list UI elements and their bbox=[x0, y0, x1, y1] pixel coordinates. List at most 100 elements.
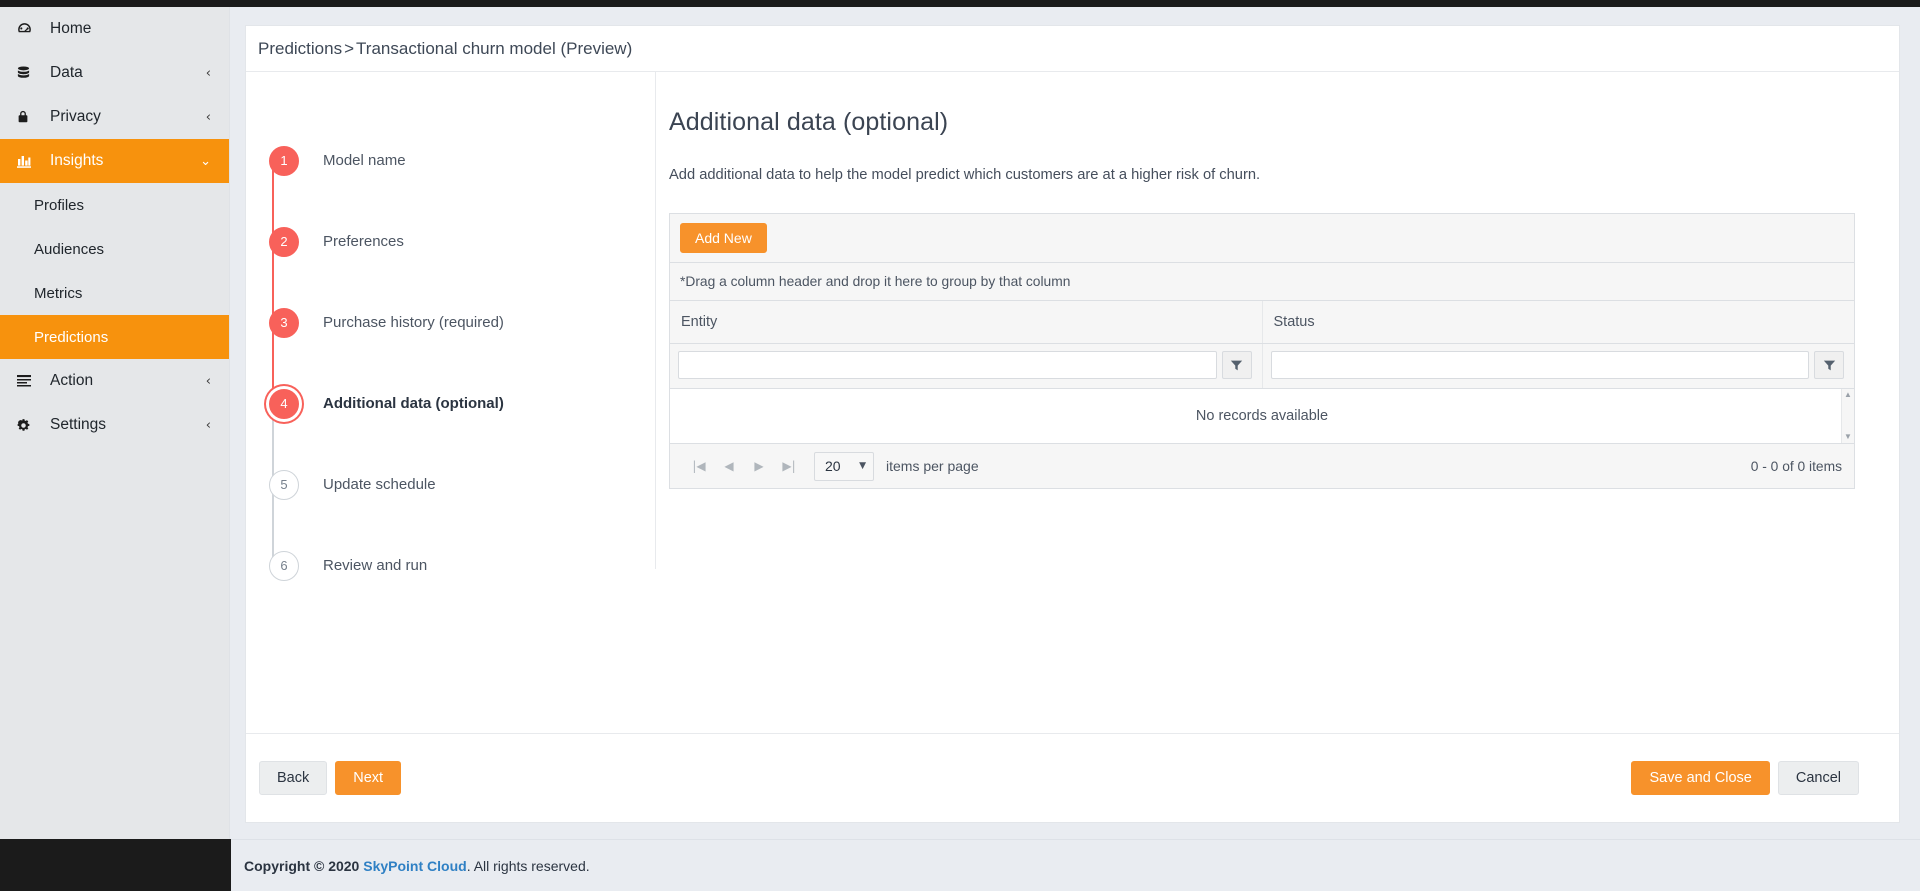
sidebar-item-predictions[interactable]: Predictions bbox=[0, 315, 229, 359]
sidebar-item-metrics[interactable]: Metrics bbox=[0, 271, 229, 315]
wizard-action-bar: Back Next Save and Close Cancel bbox=[246, 733, 1899, 822]
sidebar-item-label: Profiles bbox=[34, 196, 85, 214]
application-window: Home Data ‹ Privacy ‹ Insights ⌄ Profiles Audien… bbox=[0, 0, 1920, 891]
page-size-value: 20 bbox=[825, 458, 841, 474]
sidebar-item-audiences[interactable]: Audiences bbox=[0, 227, 229, 271]
scroll-up-icon[interactable]: ▲ bbox=[1844, 391, 1852, 399]
sidebar-navigation: Home Data ‹ Privacy ‹ Insights ⌄ Profiles Audien… bbox=[0, 7, 230, 891]
step-label: Additional data (optional) bbox=[323, 395, 504, 412]
no-records-message: No records available bbox=[1195, 408, 1329, 424]
sidebar-item-privacy[interactable]: Privacy ‹ bbox=[0, 95, 229, 139]
grid-pager: |◀ ◀ ▶ ▶| 20 ▼ items per page 0 - 0 of 0… bbox=[670, 443, 1854, 488]
step-number-badge: 5 bbox=[269, 469, 299, 500]
chart-bar-icon bbox=[16, 152, 38, 170]
filter-cell-status bbox=[1262, 343, 1854, 389]
database-icon bbox=[16, 64, 38, 82]
breadcrumb-separator: > bbox=[344, 38, 355, 58]
step-number-badge: 1 bbox=[269, 145, 299, 176]
sidebar-item-label: Privacy bbox=[50, 108, 101, 125]
sidebar-item-settings[interactable]: Settings ‹ bbox=[0, 403, 229, 447]
footer-rights: . All rights reserved. bbox=[466, 857, 590, 874]
page-title: Additional data (optional) bbox=[669, 108, 949, 136]
chevron-left-icon: ‹ bbox=[205, 373, 211, 389]
step-label: Review and run bbox=[323, 557, 428, 574]
step-number-badge: 3 bbox=[269, 307, 299, 338]
gear-icon bbox=[16, 416, 38, 434]
sidebar-item-label: Insights bbox=[50, 152, 104, 169]
filter-icon-status[interactable] bbox=[1814, 351, 1844, 379]
sidebar-item-label: Predictions bbox=[34, 328, 109, 346]
grid-vertical-scrollbar[interactable]: ▲ ▼ bbox=[1841, 389, 1854, 443]
sidebar-item-label: Settings bbox=[50, 416, 107, 433]
filter-input-entity[interactable] bbox=[678, 351, 1217, 379]
breadcrumb-root[interactable]: Predictions bbox=[258, 39, 342, 59]
page-first-icon[interactable]: |◀ bbox=[684, 452, 714, 480]
wizard-step-3[interactable]: 3 Purchase history (required) bbox=[258, 282, 655, 363]
chevron-down-icon: ⌄ bbox=[200, 153, 211, 169]
dashboard-icon bbox=[16, 20, 38, 38]
column-header-entity[interactable]: Entity bbox=[670, 301, 1263, 344]
sidebar-footer-strip bbox=[0, 839, 231, 891]
breadcrumb: Predictions > Transactional churn model … bbox=[246, 26, 1899, 72]
list-icon bbox=[16, 372, 38, 390]
scroll-down-icon[interactable]: ▼ bbox=[1844, 433, 1852, 441]
lock-icon bbox=[16, 108, 38, 126]
save-and-close-button[interactable]: Save and Close bbox=[1631, 760, 1770, 796]
wizard-step-4[interactable]: 4 Additional data (optional) bbox=[258, 363, 655, 444]
wizard-body: 1 Model name 2 Preferences 3 Purchase history… bbox=[246, 72, 1899, 632]
chevron-left-icon: ‹ bbox=[205, 109, 211, 125]
wizard-step-5[interactable]: 5 Update schedule bbox=[258, 444, 655, 525]
chevron-left-icon: ‹ bbox=[205, 65, 211, 81]
step-number-badge: 6 bbox=[269, 550, 299, 581]
top-bar bbox=[0, 0, 1920, 7]
sidebar-item-action[interactable]: Action ‹ bbox=[0, 359, 229, 403]
step-number-badge: 4 bbox=[269, 388, 299, 419]
sidebar-item-label: Data bbox=[50, 64, 83, 81]
filter-icon-entity[interactable] bbox=[1221, 351, 1252, 379]
step-label: Model name bbox=[323, 152, 406, 169]
footer-copyright: Copyright © 2020 bbox=[244, 857, 360, 874]
chevron-down-icon: ▼ bbox=[859, 461, 866, 471]
items-count-label: 0 - 0 of 0 items bbox=[1750, 458, 1842, 474]
page-last-icon[interactable]: ▶| bbox=[774, 452, 804, 480]
filter-cell-entity bbox=[670, 343, 1263, 389]
page-size-label: items per page bbox=[886, 458, 979, 474]
additional-data-grid: Add New *Drag a column header and drop i… bbox=[669, 213, 1855, 489]
wizard-step-2[interactable]: 2 Preferences bbox=[258, 201, 655, 282]
group-by-dropzone[interactable]: *Drag a column header and drop it here t… bbox=[670, 263, 1854, 301]
grid-filter-row bbox=[670, 343, 1854, 389]
sidebar-item-label: Action bbox=[50, 372, 94, 389]
sidebar-item-data[interactable]: Data ‹ bbox=[0, 51, 229, 95]
step-content-pane: Additional data (optional) Add additiona… bbox=[656, 72, 1899, 632]
sidebar-item-home[interactable]: Home bbox=[0, 7, 229, 51]
next-button[interactable]: Next bbox=[335, 760, 402, 796]
page-prev-icon[interactable]: ◀ bbox=[714, 452, 744, 480]
wizard-step-6[interactable]: 6 Review and run bbox=[258, 525, 655, 606]
sidebar-item-insights[interactable]: Insights ⌄ bbox=[0, 139, 229, 183]
grid-empty-area: No records available ▲ ▼ bbox=[670, 389, 1854, 443]
column-header-status[interactable]: Status bbox=[1262, 301, 1854, 344]
sidebar-item-label: Audiences bbox=[34, 240, 105, 258]
grid-table: Entity Status bbox=[670, 301, 1854, 389]
wizard-step-1[interactable]: 1 Model name bbox=[258, 120, 655, 201]
wizard-stepper: 1 Model name 2 Preferences 3 Purchase history… bbox=[246, 72, 656, 581]
page-description: Add additional data to help the model pr… bbox=[669, 167, 1261, 183]
footer-brand-link[interactable]: SkyPoint Cloud bbox=[363, 858, 466, 874]
wizard-card: Predictions > Transactional churn model … bbox=[245, 25, 1900, 823]
cancel-button[interactable]: Cancel bbox=[1777, 760, 1859, 796]
step-label: Purchase history (required) bbox=[323, 314, 504, 331]
step-label: Preferences bbox=[323, 233, 404, 250]
step-label: Update schedule bbox=[323, 476, 436, 493]
back-button[interactable]: Back bbox=[259, 760, 328, 796]
page-size-select[interactable]: 20 ▼ bbox=[814, 451, 874, 481]
sidebar-item-label: Home bbox=[50, 20, 92, 37]
filter-input-status[interactable] bbox=[1270, 351, 1809, 379]
grid-header-row: Entity Status bbox=[670, 301, 1854, 344]
page-footer: Copyright © 2020 SkyPoint Cloud . All ri… bbox=[231, 839, 1920, 891]
add-new-button[interactable]: Add New bbox=[680, 223, 767, 253]
page-next-icon[interactable]: ▶ bbox=[744, 452, 774, 480]
chevron-left-icon: ‹ bbox=[205, 417, 211, 433]
step-number-badge: 2 bbox=[269, 226, 299, 257]
grid-toolbar: Add New bbox=[670, 214, 1854, 263]
sidebar-item-profiles[interactable]: Profiles bbox=[0, 183, 229, 227]
